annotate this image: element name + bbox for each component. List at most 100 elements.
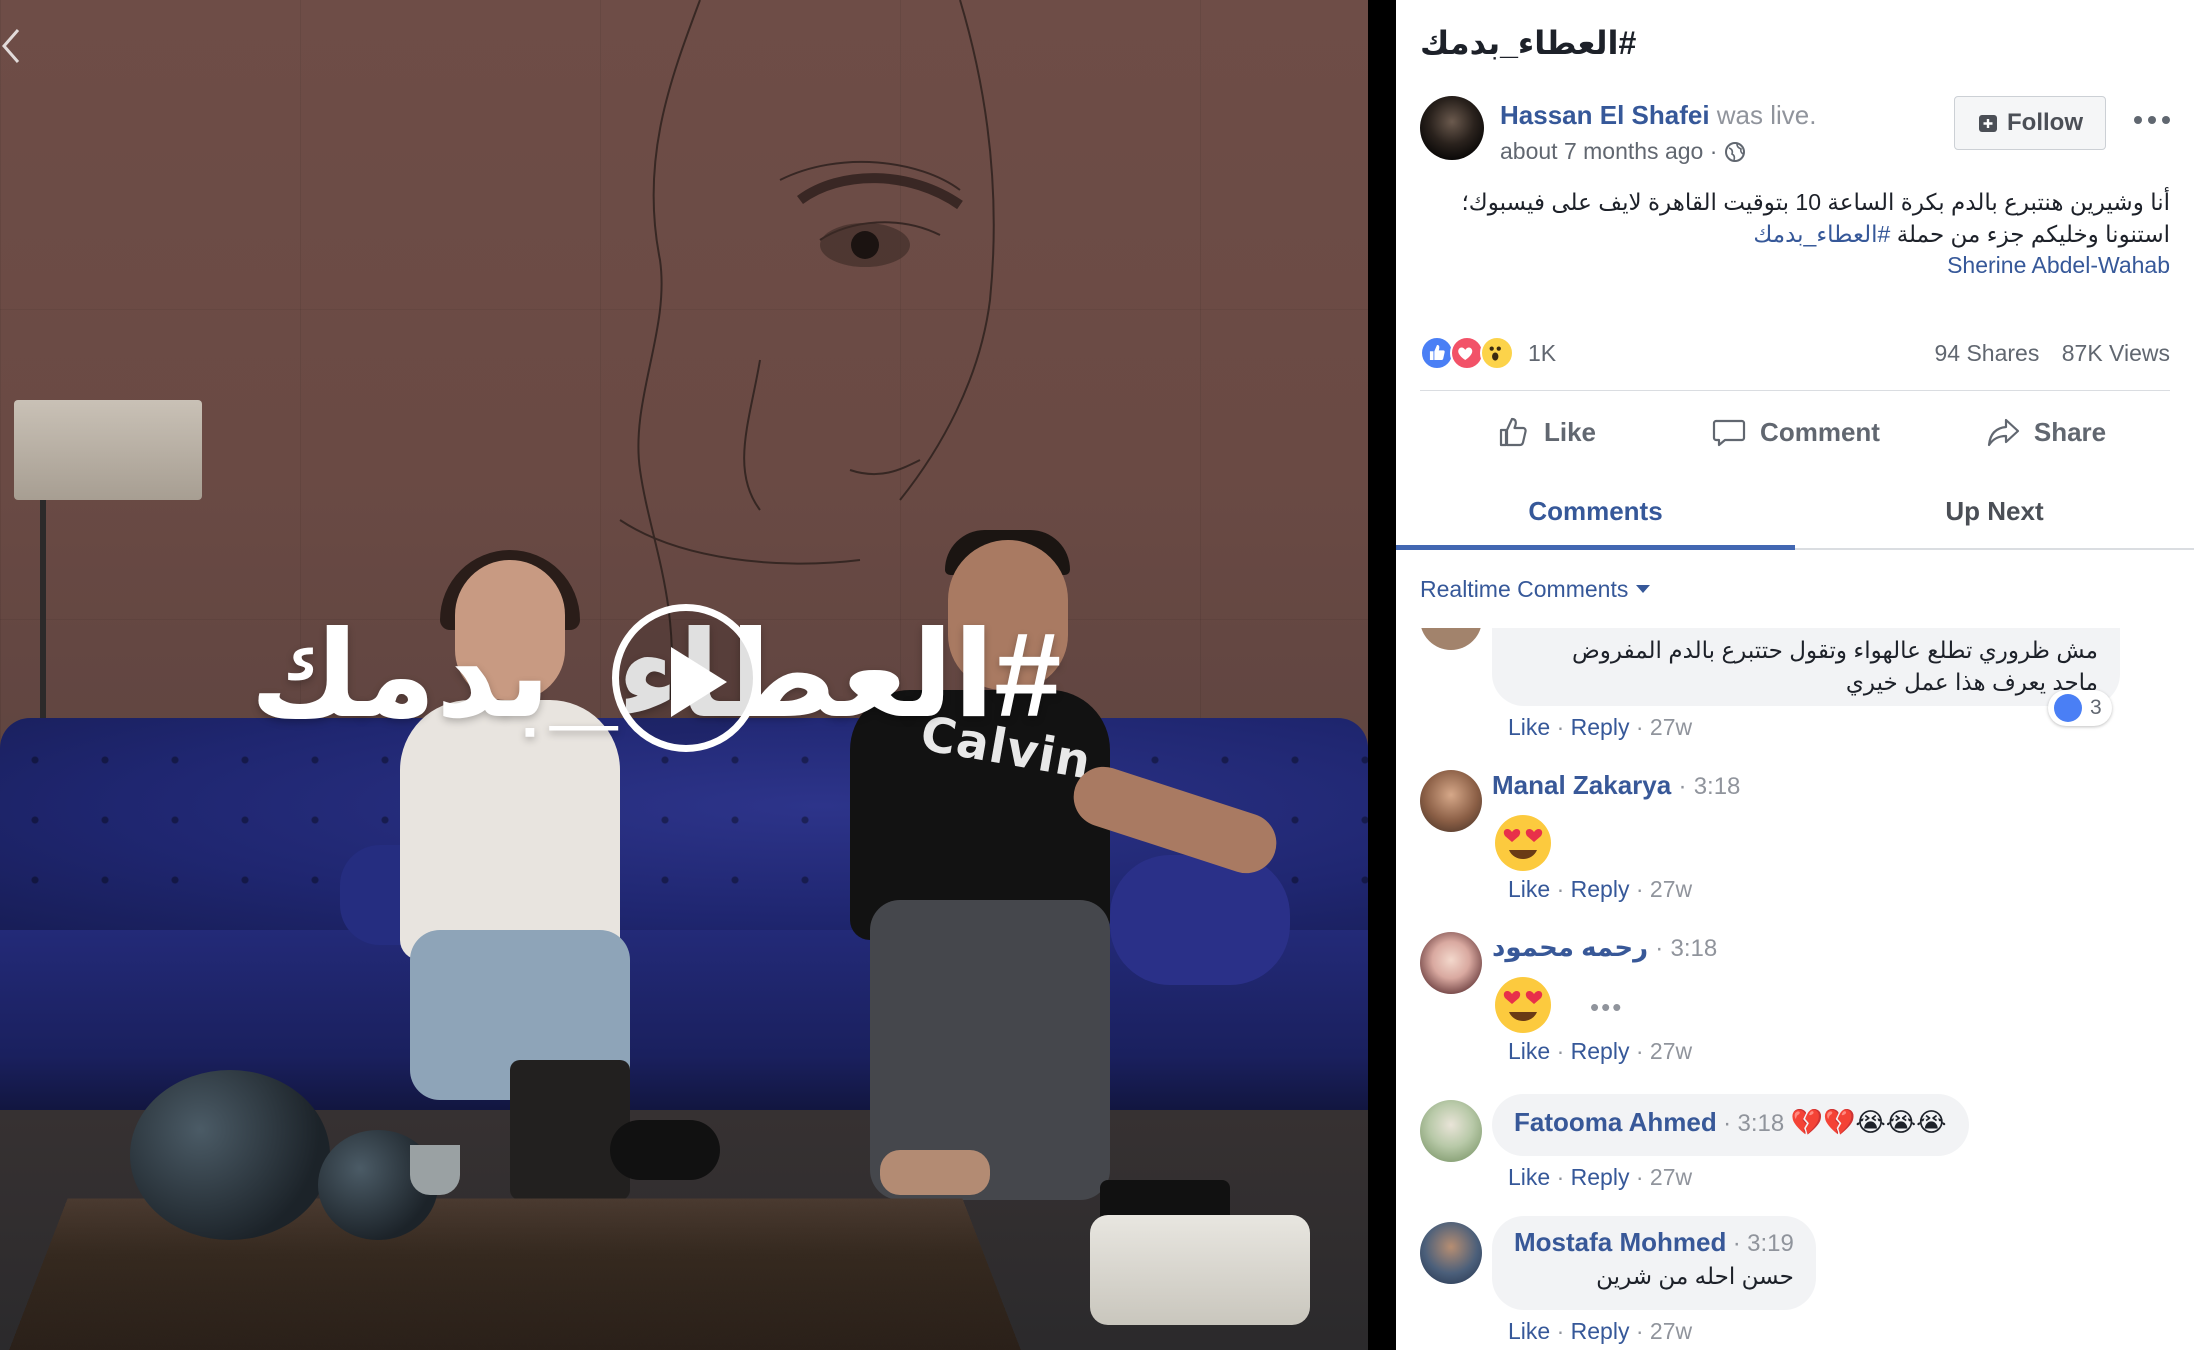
post-time-link[interactable]: about 7 months ago <box>1500 138 1703 164</box>
love-reaction-icon <box>1450 336 1484 370</box>
comment-like-link[interactable]: Like <box>1508 1038 1550 1064</box>
comment-like-link[interactable]: Like <box>1508 714 1550 740</box>
comment-age: 27w <box>1649 1164 1693 1190</box>
comment-reply-link[interactable]: Reply <box>1571 714 1630 740</box>
back-arrow-icon[interactable] <box>0 26 24 66</box>
dot-separator: · <box>1635 1164 1644 1190</box>
commenter-avatar[interactable] <box>1420 1222 1482 1284</box>
post-body-line1: أنا وشيرين هنتبرع بالدم بكرة الساعة 10 ب… <box>1461 189 2170 215</box>
comment-bubble: Fatooma Ahmed · 3:18 💔💔😭😭😭 <box>1492 1094 1969 1156</box>
dot-separator: · <box>1635 1318 1644 1344</box>
heart-eyes-emoji-icon <box>1495 815 1551 871</box>
post-body-line2: استنونا وخليكم جزء من حملة #العطاء_بدمك <box>1450 218 2170 250</box>
comment-filter-label: Realtime Comments <box>1420 576 1629 602</box>
dot-separator: · <box>1556 1038 1565 1064</box>
tab-up-next[interactable]: Up Next <box>1795 478 2194 548</box>
reactions-summary[interactable]: 1K <box>1420 336 1556 370</box>
play-button[interactable] <box>612 604 760 752</box>
tagged-person-link[interactable]: Sherine Abdel-Wahab <box>1947 252 2170 279</box>
comment-text: حسن احله من شرين <box>1596 1263 1794 1289</box>
comment-header: رحمه محمود · 3:18 <box>1492 932 1717 963</box>
follow-button[interactable]: Follow <box>1954 96 2106 150</box>
comment-button[interactable]: Comment <box>1670 400 1920 464</box>
author-name-link[interactable]: Hassan El Shafei <box>1500 100 1710 130</box>
comment-header: Manal Zakarya · 3:18 <box>1492 770 1740 801</box>
commenter-avatar[interactable] <box>1420 770 1482 832</box>
commenter-name[interactable]: Mostafa Mohmed <box>1514 1227 1726 1257</box>
like-button[interactable]: Like <box>1420 400 1670 464</box>
glass-vase-large <box>130 1070 330 1240</box>
post-body-line2-text: استنونا وخليكم جزء من حملة <box>1890 221 2170 247</box>
thumbs-up-icon <box>1499 417 1527 447</box>
dot-separator: · <box>1635 714 1644 740</box>
comment-like-count: 3 <box>2090 696 2102 719</box>
commenter-name[interactable]: رحمه محمود <box>1492 932 1648 962</box>
comment-text-line1: مش ظروري تطلع عالهواء وتقول حتتبرع بالدم… <box>1572 637 2098 663</box>
commenter-avatar[interactable] <box>1420 932 1482 994</box>
tab-comments[interactable]: Comments <box>1396 478 1795 550</box>
share-arrow-icon <box>1987 418 2019 447</box>
comment-timestamp[interactable]: 3:18 <box>1694 773 1741 800</box>
author-line: Hassan El Shafei was live. <box>1500 100 1816 131</box>
divider <box>1420 390 2170 391</box>
comment-timestamp[interactable]: 3:18 <box>1671 935 1718 962</box>
commenter-avatar[interactable] <box>1420 628 1482 650</box>
commenter-avatar[interactable] <box>1420 1100 1482 1162</box>
comment-actions: Like · Reply · 27w <box>1508 876 1692 903</box>
comment-like-link[interactable]: Like <box>1508 876 1550 902</box>
shares-count[interactable]: 94 Shares <box>1934 340 2039 366</box>
globe-icon <box>1724 142 1745 162</box>
heart-eyes-emoji-icon <box>1495 977 1551 1033</box>
comment-filter-dropdown[interactable]: Realtime Comments <box>1420 576 1651 603</box>
comment-age: 27w <box>1649 876 1693 902</box>
more-options-icon[interactable] <box>2130 108 2174 132</box>
comment-reply-link[interactable]: Reply <box>1571 876 1630 902</box>
follow-label: Follow <box>2007 109 2083 136</box>
commenter-name[interactable]: Manal Zakarya <box>1492 770 1671 800</box>
dot-separator: · <box>1678 773 1687 800</box>
follow-icon <box>1979 115 1997 132</box>
comment-like-link[interactable]: Like <box>1508 1318 1550 1344</box>
dot-separator: · <box>1655 935 1664 962</box>
post-meta: about 7 months ago · <box>1500 138 1746 165</box>
blood-machine <box>1090 1215 1310 1325</box>
commenter-name[interactable]: Fatooma Ahmed <box>1514 1107 1717 1137</box>
comment-age: 27w <box>1649 1318 1693 1344</box>
views-count: 87K Views <box>2061 340 2170 366</box>
comment-emojis: 💔💔😭😭😭 <box>1790 1108 1947 1138</box>
share-label: Share <box>2033 416 2107 447</box>
comment-options-icon[interactable]: ••• <box>1590 992 1623 1023</box>
comment-timestamp[interactable]: 3:18 <box>1738 1110 1785 1137</box>
dot-separator: · <box>1635 876 1644 902</box>
cup <box>410 1145 460 1195</box>
comment-reply-link[interactable]: Reply <box>1571 1164 1630 1190</box>
comment-timestamp[interactable]: 3:19 <box>1747 1230 1794 1257</box>
play-icon <box>671 647 727 717</box>
post-stats: 94 Shares 87K Views <box>1934 340 2170 367</box>
comment-bubble: مش ظروري تطلع عالهواء وتقول حتتبرع بالدم… <box>1492 628 2120 706</box>
hashtag-link[interactable]: #العطاء_بدمك <box>1753 221 1890 247</box>
comment-like-badge[interactable]: 3 <box>2048 690 2112 726</box>
pillow-right <box>1110 855 1290 985</box>
dot-separator: · <box>1556 876 1565 902</box>
like-reaction-icon <box>1420 336 1454 370</box>
dot-separator: · <box>1635 1038 1644 1064</box>
share-button[interactable]: Share <box>1920 400 2170 464</box>
comment-reply-link[interactable]: Reply <box>1571 1318 1630 1344</box>
author-avatar[interactable] <box>1420 96 1484 160</box>
comment-icon <box>1712 419 1746 447</box>
panel-tabs: Comments Up Next <box>1396 478 2194 550</box>
comment-like-link[interactable]: Like <box>1508 1164 1550 1190</box>
comment-age: 27w <box>1649 714 1693 740</box>
comment-reply-link[interactable]: Reply <box>1571 1038 1630 1064</box>
caret-down-icon <box>1636 585 1651 593</box>
comment-actions: Like · Reply · 27w <box>1508 714 1692 741</box>
post-body: أنا وشيرين هنتبرع بالدم بكرة الساعة 10 ب… <box>1450 186 2170 250</box>
comment-actions: Like · Reply · 27w <box>1508 1164 1692 1191</box>
video-player[interactable]: Calvin #العطاء_بدمك <box>0 0 1396 1350</box>
woman-stockings <box>510 1060 630 1200</box>
dot-separator: · <box>1556 1318 1565 1344</box>
author-action: was live. <box>1716 100 1817 130</box>
comments-list[interactable]: مش ظروري تطلع عالهواء وتقول حتتبرع بالدم… <box>1396 628 2194 1350</box>
wow-reaction-icon <box>1480 336 1514 370</box>
